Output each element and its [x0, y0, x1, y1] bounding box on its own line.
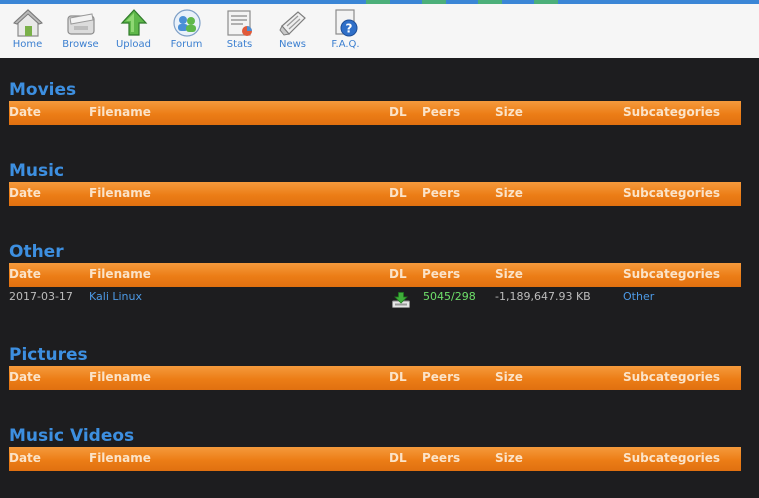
forum-icon [173, 9, 201, 37]
upload-icon [120, 9, 148, 36]
row-size: -1,189,647.93 KB [495, 290, 591, 303]
col-dl: DL [389, 267, 407, 281]
nav-label-news: News [278, 39, 307, 50]
col-subcategories: Subcategories [623, 267, 721, 281]
nav-item-forum[interactable]: Forum [160, 4, 213, 58]
row-date: 2017-03-17 [9, 290, 73, 303]
faq-icon: ? [335, 9, 358, 37]
stats-icon [227, 10, 252, 36]
col-filename[interactable]: Filename [89, 182, 151, 204]
nav-label-forum: Forum [170, 39, 203, 50]
nav-label-home: Home [12, 39, 43, 50]
nav-item-browse[interactable]: Browse [54, 4, 107, 58]
col-dl: DL [389, 451, 407, 465]
section-music-videos: Music Videos Date Filename DL Peers Size… [9, 425, 741, 471]
col-peers[interactable]: Peers [422, 447, 460, 469]
browse-icon [67, 13, 95, 35]
nav-label-upload: Upload [115, 39, 152, 50]
col-size[interactable]: Size [495, 101, 523, 123]
nav-item-upload[interactable]: Upload [107, 4, 160, 58]
table-header: Date Filename DL Peers Size Subcategorie… [9, 366, 741, 390]
nav-item-stats[interactable]: Stats [213, 4, 266, 58]
table-row: 2017-03-17 Kali Linux 5045/298 -1,189,64… [9, 287, 741, 311]
section-title: Movies [9, 80, 77, 100]
row-subcategory-link[interactable]: Other [623, 290, 654, 303]
top-navigation-bar: Home Browse Upload Forum Stats News ? F.… [0, 0, 759, 58]
col-size[interactable]: Size [495, 366, 523, 388]
col-peers[interactable]: Peers [422, 263, 460, 285]
col-peers[interactable]: Peers [422, 366, 460, 388]
col-dl: DL [389, 370, 407, 384]
nav-item-faq[interactable]: ? F.A.Q. [319, 4, 372, 58]
nav-label-browse: Browse [62, 39, 99, 50]
col-size[interactable]: Size [495, 182, 523, 204]
download-icon [392, 292, 410, 308]
col-subcategories: Subcategories [623, 370, 721, 384]
col-subcategories: Subcategories [623, 105, 721, 119]
col-size[interactable]: Size [495, 447, 523, 469]
col-dl: DL [389, 186, 407, 200]
col-date[interactable]: Date [9, 182, 41, 204]
col-filename[interactable]: Filename [89, 366, 151, 388]
section-title: Music Videos [9, 426, 135, 446]
col-date[interactable]: Date [9, 263, 41, 285]
section-title: Pictures [9, 345, 88, 365]
nav-item-news[interactable]: News [266, 4, 319, 58]
section-other: Other Date Filename DL Peers Size Subcat… [9, 241, 741, 311]
table-header: Date Filename DL Peers Size Subcategorie… [9, 263, 741, 287]
news-icon [279, 11, 306, 36]
col-date[interactable]: Date [9, 101, 41, 123]
nav-label-stats: Stats [226, 39, 253, 50]
col-date[interactable]: Date [9, 447, 41, 469]
col-filename[interactable]: Filename [89, 101, 151, 123]
col-subcategories: Subcategories [623, 186, 721, 200]
section-title: Music [9, 161, 65, 181]
nav-item-home[interactable]: Home [1, 4, 54, 58]
table-header: Date Filename DL Peers Size Subcategorie… [9, 182, 741, 206]
section-title: Other [9, 242, 64, 262]
section-music: Music Date Filename DL Peers Size Subcat… [9, 160, 741, 206]
nav-label-faq: F.A.Q. [331, 39, 360, 50]
col-size[interactable]: Size [495, 263, 523, 285]
home-icon [13, 9, 43, 37]
col-peers[interactable]: Peers [422, 182, 460, 204]
col-date[interactable]: Date [9, 366, 41, 388]
col-filename[interactable]: Filename [89, 263, 151, 285]
table-header: Date Filename DL Peers Size Subcategorie… [9, 447, 741, 471]
section-movies: Movies Date Filename DL Peers Size Subca… [9, 79, 741, 125]
top-accent-stripes [366, 0, 606, 4]
col-dl: DL [389, 105, 407, 119]
svg-text:?: ? [346, 22, 353, 36]
col-subcategories: Subcategories [623, 451, 721, 465]
row-filename-link[interactable]: Kali Linux [89, 290, 142, 303]
section-pictures: Pictures Date Filename DL Peers Size Sub… [9, 344, 741, 390]
col-peers[interactable]: Peers [422, 101, 460, 123]
table-header: Date Filename DL Peers Size Subcategorie… [9, 101, 741, 125]
col-filename[interactable]: Filename [89, 447, 151, 469]
row-peers: 5045/298 [423, 290, 476, 303]
download-button[interactable] [392, 292, 410, 308]
